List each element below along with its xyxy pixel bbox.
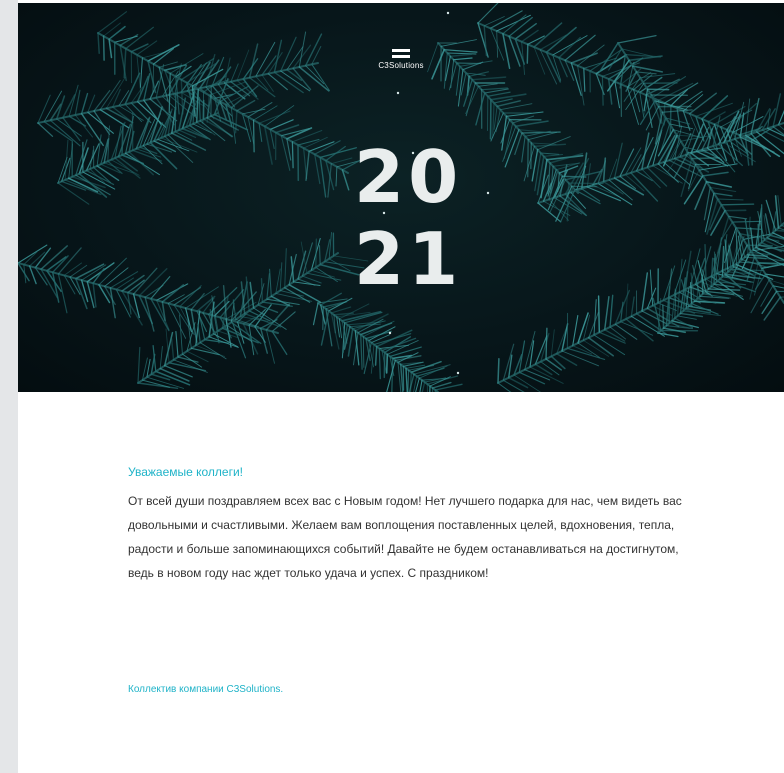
hero-banner: C3Solutions 20 21 [18,3,784,392]
logo: C3Solutions [18,49,784,70]
logo-mark-icon [392,49,410,58]
year-title: 20 21 [354,136,462,300]
message-text: От всей души поздравляем всех вас с Новы… [128,494,682,580]
greeting: Уважаемые коллеги! [128,465,244,479]
signature: Коллектив компании C3Solutions. [128,684,284,695]
letter-content: Уважаемые коллеги! От всей души поздравл… [128,464,688,585]
email-body: C3Solutions 20 21 Уважаемые коллеги! От … [18,0,784,773]
year-bottom: 21 [354,217,463,301]
logo-text: C3Solutions [378,61,424,70]
year-top: 20 [354,135,463,219]
